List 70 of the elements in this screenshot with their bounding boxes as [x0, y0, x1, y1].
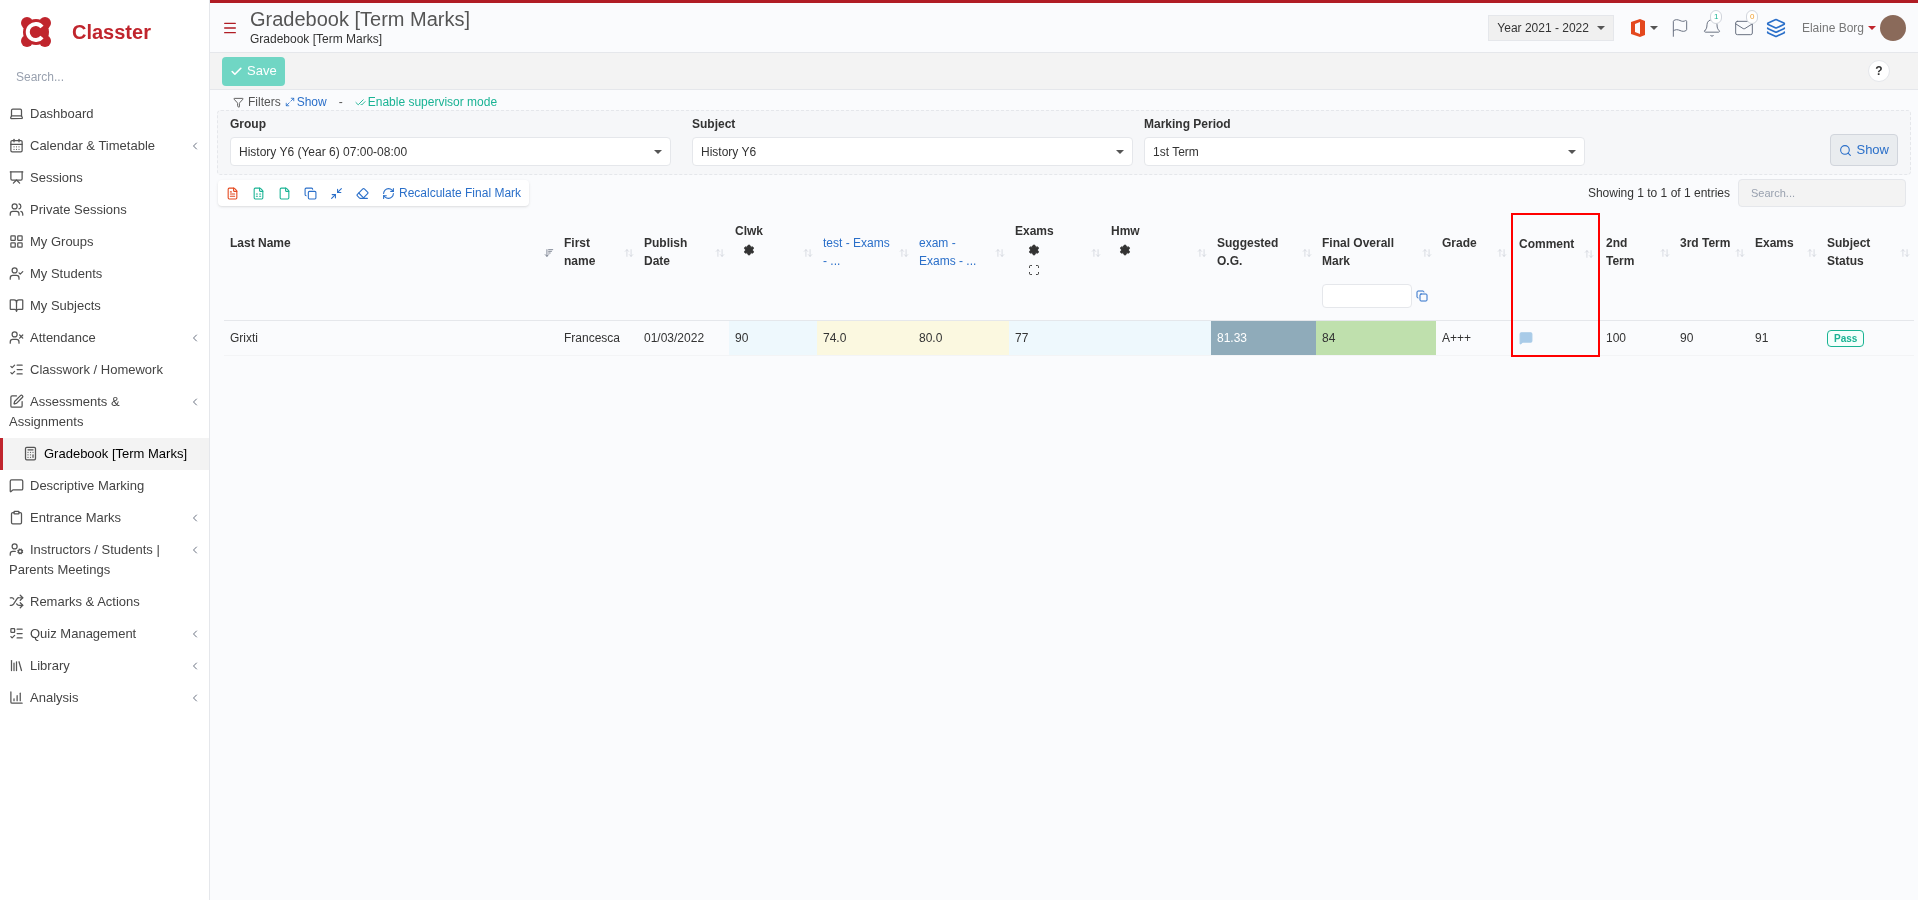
table-cell: 77: [1009, 320, 1105, 356]
sidebar-item[interactable]: Descriptive Marking: [0, 470, 209, 502]
sidebar-item[interactable]: Private Sessions: [0, 194, 209, 226]
table-cell: 81.33: [1211, 320, 1316, 356]
table-cell: 80.0: [913, 320, 1009, 356]
sidebar-item[interactable]: Sessions: [0, 162, 209, 194]
column-header[interactable]: Clwk: [729, 214, 817, 321]
entries-info: Showing 1 to 1 of 1 entries: [1587, 185, 1730, 202]
column-header[interactable]: test - Exams - ...: [817, 214, 913, 321]
column-header[interactable]: Subject Status: [1821, 214, 1914, 321]
sidebar-item[interactable]: Remarks & Actions: [0, 586, 209, 618]
sidebar-item[interactable]: My Subjects: [0, 290, 209, 322]
sidebar-item[interactable]: Attendance: [0, 322, 209, 354]
cell-text: Francesca: [564, 330, 621, 347]
column-header[interactable]: Exams: [1749, 214, 1821, 321]
column-header[interactable]: Exams: [1009, 214, 1105, 321]
column-header[interactable]: First name: [558, 214, 638, 321]
column-header[interactable]: 3rd Term: [1674, 214, 1749, 321]
cell-text: 100: [1606, 331, 1627, 345]
sidebar-item[interactable]: My Groups: [0, 226, 209, 258]
status-badge: Pass: [1827, 330, 1865, 347]
column-header[interactable]: Grade: [1436, 214, 1512, 321]
page-title: Gradebook [Term Marks]: [250, 7, 471, 30]
select-field[interactable]: 1st Term: [1144, 137, 1585, 166]
column-header[interactable]: Publish Date: [638, 214, 729, 321]
field-label: Subject: [692, 116, 737, 133]
column-header[interactable]: Hmw: [1105, 214, 1211, 321]
sidebar-item[interactable]: Calendar & Timetable: [0, 130, 209, 162]
table-cell: 74.0: [817, 320, 913, 356]
cell-text: 90: [1680, 331, 1694, 345]
sidebar-item[interactable]: Entrance Marks: [0, 502, 209, 534]
user-name[interactable]: Elaine Borg: [1801, 18, 1864, 37]
show-button[interactable]: Show: [1830, 134, 1898, 166]
sidebar-item[interactable]: Classwork / Homework: [0, 354, 209, 386]
table-cell: 90: [729, 320, 817, 356]
select-field[interactable]: History Y6 (Year 6) 07:00-08:00: [230, 137, 671, 166]
select-field[interactable]: History Y6: [692, 137, 1133, 166]
sidebar-item[interactable]: Library: [0, 650, 209, 682]
help-button[interactable]: ?: [1868, 60, 1890, 82]
year-selector[interactable]: Year 2021 - 2022: [1488, 14, 1614, 41]
sidebar-item[interactable]: Gradebook [Term Marks]: [0, 438, 209, 470]
table-search-field[interactable]: Search...: [1738, 179, 1906, 207]
cell-text: A+++: [1442, 331, 1472, 345]
column-header[interactable]: 2nd Term: [1599, 214, 1674, 321]
cell-text: 91: [1755, 331, 1769, 345]
column-header[interactable]: Last Name: [224, 214, 558, 321]
sidebar-item[interactable]: Dashboard: [0, 98, 209, 130]
separator: -: [338, 94, 343, 111]
recalculate-button[interactable]: Recalculate Final Mark: [382, 184, 522, 202]
message-badge: 0: [1745, 9, 1759, 24]
table-cell: 84: [1316, 320, 1436, 356]
column-header[interactable]: Suggested O.G.: [1211, 214, 1316, 321]
sidebar-item[interactable]: My Students: [0, 258, 209, 290]
column-header[interactable]: exam - Exams - ...: [913, 214, 1009, 321]
sidebar-item[interactable]: Instructors / Students | Parents Meetings: [0, 534, 209, 586]
breadcrumb: Gradebook [Term Marks]: [250, 30, 384, 48]
sidebar-item[interactable]: Quiz Management: [0, 618, 209, 650]
column-header[interactable]: Comment: [1512, 214, 1599, 321]
brand-name: Classter: [72, 20, 151, 45]
show-link[interactable]: Show: [284, 93, 327, 111]
column-header[interactable]: Final Overall Mark: [1316, 214, 1436, 321]
search-field[interactable]: Search...: [12, 68, 192, 86]
field-label: Group: [230, 116, 267, 133]
sidebar-item[interactable]: Assessments & Assignments: [0, 386, 209, 438]
field-label: Marking Period: [1144, 116, 1232, 133]
notification-badge: 1: [1709, 9, 1723, 24]
filters-label: Filters: [233, 93, 281, 111]
cell-text: 01/03/2022: [644, 330, 705, 347]
sidebar-item[interactable]: Analysis: [0, 682, 209, 714]
cell-text: Grixti: [230, 330, 258, 347]
